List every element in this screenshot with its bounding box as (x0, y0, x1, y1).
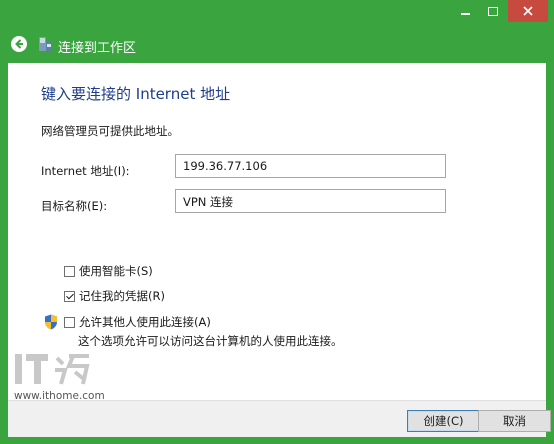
back-button[interactable] (11, 36, 27, 52)
dialog-window: 连接到工作区 键入要连接的 Internet 地址 网络管理员可提供此地址。 I… (0, 0, 554, 444)
smartcard-option[interactable]: 使用智能卡(S) (64, 263, 153, 279)
address-label: Internet 地址(I): (41, 164, 130, 178)
allow-others-checkbox[interactable] (64, 316, 75, 328)
allow-others-option[interactable]: 允许其他人使用此连接(A) (64, 314, 211, 330)
title-bar (0, 0, 554, 30)
remember-credentials-option[interactable]: 记住我的凭据(R) (64, 288, 165, 304)
cancel-button[interactable]: 取消 (478, 410, 551, 432)
page-heading: 键入要连接的 Internet 地址 (41, 85, 231, 103)
destination-name-label: 目标名称(E): (41, 199, 108, 213)
smartcard-label: 使用智能卡(S) (79, 264, 153, 278)
address-input[interactable]: 199.36.77.106 (175, 154, 446, 178)
network-connection-icon (39, 37, 52, 51)
remember-credentials-label: 记住我的凭据(R) (79, 289, 165, 303)
remember-credentials-checkbox[interactable] (64, 290, 75, 302)
hint-text: 网络管理员可提供此地址。 (41, 124, 179, 138)
close-button[interactable] (508, 0, 548, 22)
minimize-icon (460, 13, 470, 15)
maximize-button[interactable] (480, 0, 506, 22)
admin-shield-icon (45, 314, 57, 330)
create-button[interactable]: 创建(C) (407, 410, 480, 432)
content-pane: 键入要连接的 Internet 地址 网络管理员可提供此地址。 Internet… (8, 63, 546, 402)
maximize-icon (488, 6, 498, 16)
window-title: 连接到工作区 (58, 41, 137, 56)
ithome-watermark-logo (15, 354, 90, 385)
button-bar: 创建(C) 取消 (8, 400, 551, 437)
allow-others-label: 允许其他人使用此连接(A) (79, 315, 211, 329)
back-arrow-icon (15, 39, 23, 49)
close-icon (523, 6, 533, 16)
allow-others-description: 这个选项允许可以访问这台计算机的人使用此连接。 (78, 334, 343, 348)
destination-name-input[interactable]: VPN 连接 (175, 189, 446, 213)
minimize-button[interactable] (452, 0, 478, 22)
smartcard-checkbox[interactable] (64, 265, 75, 277)
navigation-bar: 连接到工作区 (0, 30, 554, 63)
